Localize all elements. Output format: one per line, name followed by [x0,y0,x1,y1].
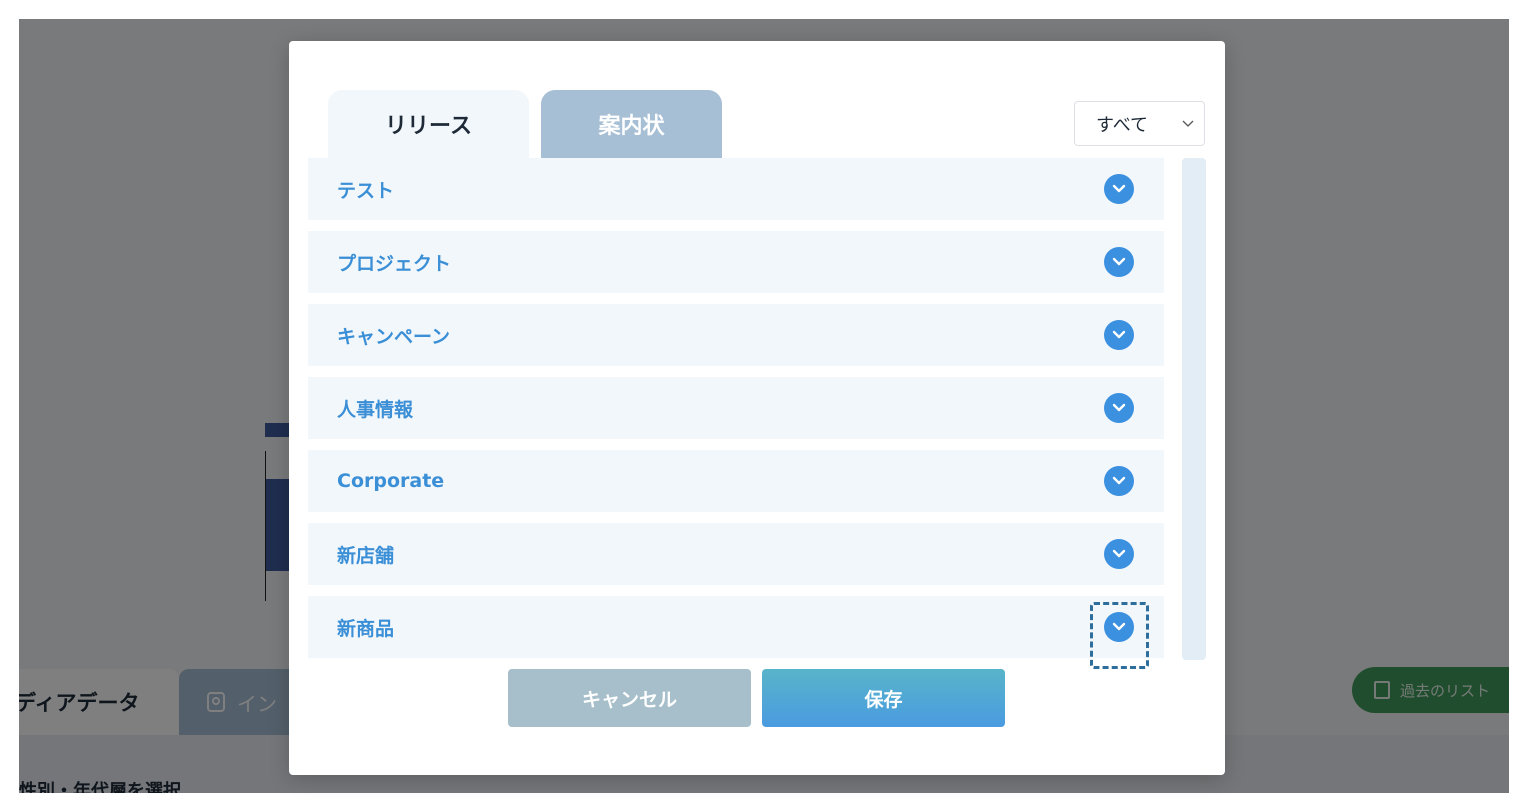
cancel-button[interactable]: キャンセル [508,669,751,727]
category-label: プロジェクト [337,252,452,275]
filter-select[interactable]: すべて [1074,101,1205,146]
category-row-corporate[interactable]: Corporate [308,450,1164,512]
focus-ring [1090,602,1149,669]
category-label: 新商品 [337,617,395,640]
tab-label: リリース [385,114,472,139]
category-row-test[interactable]: テスト [308,158,1164,220]
category-list: テスト プロジェクト キャンペーン 人事情報 Corporate 新店舗 新商品 [308,158,1164,669]
category-label: 新店舗 [337,544,395,567]
category-row-new-product[interactable]: 新商品 [308,596,1164,669]
filter-select-value: すべて [1096,114,1149,136]
chevron-down-icon[interactable] [1104,320,1134,350]
chevron-down-icon [1182,120,1194,127]
category-row-new-store[interactable]: 新店舗 [308,523,1164,585]
chevron-down-icon[interactable] [1104,466,1134,496]
tab-invitation[interactable]: 案内状 [541,90,722,158]
category-label: キャンペーン [337,325,451,348]
save-button-label: 保存 [864,688,903,711]
category-modal: リリース 案内状 すべて テスト プロジェクト キャンペーン 人事情報 Corp… [289,41,1225,775]
category-row-hr-info[interactable]: 人事情報 [308,377,1164,439]
category-row-project[interactable]: プロジェクト [308,231,1164,293]
tab-release[interactable]: リリース [328,90,529,158]
tab-label: 案内状 [598,114,665,139]
save-button[interactable]: 保存 [762,669,1005,727]
cancel-button-label: キャンセル [581,688,677,711]
category-label: Corporate [337,470,445,492]
chevron-down-icon[interactable] [1104,539,1134,569]
chevron-down-icon[interactable] [1104,247,1134,277]
category-label: テスト [337,179,395,202]
chevron-down-icon[interactable] [1104,393,1134,423]
category-row-campaign[interactable]: キャンペーン [308,304,1164,366]
scrollbar[interactable] [1182,158,1206,660]
category-label: 人事情報 [337,398,414,421]
chevron-down-icon[interactable] [1104,174,1134,204]
